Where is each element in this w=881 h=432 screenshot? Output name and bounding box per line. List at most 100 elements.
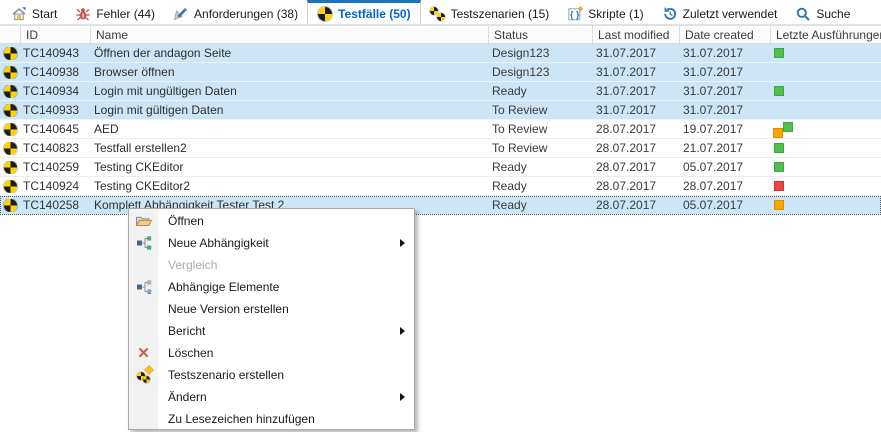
requirements-icon [173,6,189,22]
row-date-created: 05.07.2017 [679,198,770,212]
column-header-id[interactable]: ID [20,26,90,43]
row-date-created: 05.07.2017 [679,160,770,174]
column-header-letzte-ausfuehrungen[interactable]: Letzte Ausführungen [770,26,881,43]
row-status: Ready [488,84,592,98]
column-header-last-modified[interactable]: Last modified [592,26,679,43]
row-date-created: 28.07.2017 [679,179,770,193]
tab-label: Fehler (44) [96,7,155,21]
execution-status-square-green [774,86,784,96]
row-status: To Review [488,103,592,117]
menu-item-neue-version-erstellen[interactable]: Neue Version erstellen [129,298,414,320]
row-name: Login mit ungültigen Daten [90,84,488,98]
row-last-modified: 28.07.2017 [592,198,679,212]
table-row[interactable]: TC140259Testing CKEditorReady28.07.20170… [0,158,881,177]
menu-item-zu-lesezeichen-hinzufügen[interactable]: Zu Lesezeichen hinzufügen [129,408,414,430]
bug-icon [75,6,91,22]
tab-bar: Start Fehler (44) Anforderungen (38)Testfä… [0,0,881,25]
column-header-label: Name [96,28,128,42]
testcase-icon [0,85,20,98]
tab-testszenarien-15[interactable]: Testszenarien (15) [421,0,559,24]
row-status: Ready [488,198,592,212]
row-id: TC140943 [20,46,90,60]
column-header-label: Status [494,28,528,42]
row-name: Login mit gültigen Daten [90,103,488,117]
testscenario-icon [430,6,446,22]
row-name: Öffnen der andagon Seite [90,46,488,60]
table-row[interactable]: TC140823Testfall erstellen2To Review28.0… [0,139,881,158]
row-last-modified: 28.07.2017 [592,179,679,193]
row-name: Testing CKEditor2 [90,179,488,193]
last-executions-cell [770,44,881,62]
table-row[interactable]: TC140933Login mit gültigen DatenTo Revie… [0,101,881,120]
script-icon: { } [567,6,583,22]
column-header-label: Last modified [598,28,669,42]
row-date-created: 21.07.2017 [679,141,770,155]
menu-item-abhängige-elemente[interactable]: 2Abhängige Elemente [129,276,414,298]
execution-status-square-green [783,122,793,132]
column-header-label: Letzte Ausführungen [776,28,881,42]
tab-start[interactable]: Start [2,0,66,24]
home-icon [11,6,27,22]
last-executions-cell [770,139,881,157]
table-row[interactable]: TC140934Login mit ungültigen DatenReady3… [0,82,881,101]
table-row[interactable]: TC140645AEDTo Review28.07.201719.07.2017 [0,120,881,139]
execution-status-square-green [774,48,784,58]
last-executions-cell [770,120,881,138]
tab-label: Suche [816,7,850,21]
menu-item-öffnen[interactable]: Öffnen [129,210,414,232]
execution-status-square-orange [773,128,783,138]
svg-text:{ }: { } [570,9,580,19]
tab-fehler-44[interactable]: Fehler (44) [66,0,164,24]
last-executions-cell [770,101,881,119]
submenu-arrow-icon [400,327,405,335]
last-executions-cell [770,196,881,214]
row-date-created: 31.07.2017 [679,84,770,98]
menu-item-bericht[interactable]: Bericht [129,320,414,342]
testcase-table: ID Name Status Last modified Date create… [0,25,881,215]
tab-testfälle-50[interactable]: Testfälle (50) [307,0,420,24]
menu-item-label: Ändern [158,390,207,404]
history-icon [662,6,678,22]
row-status: Ready [488,179,592,193]
last-executions-cell [770,82,881,100]
column-header-date-created[interactable]: Date created [679,26,770,43]
row-name: Testing CKEditor [90,160,488,174]
tab-zuletzt-verwendet[interactable]: Zuletzt verwendet [653,0,787,24]
row-name: Testfall erstellen2 [90,141,488,155]
tab-skripte-1[interactable]: { }Skripte (1) [558,0,652,24]
row-id: TC140924 [20,179,90,193]
menu-item-löschen[interactable]: ✕Löschen [129,342,414,364]
column-header-status[interactable]: Status [488,26,592,43]
create-scenario-icon [129,367,158,383]
row-last-modified: 28.07.2017 [592,122,679,136]
row-date-created: 19.07.2017 [679,122,770,136]
tab-suche[interactable]: Suche [786,0,859,24]
last-executions-cell [770,158,881,176]
row-status: Design123 [488,65,592,79]
row-id: TC140934 [20,84,90,98]
row-id: TC140933 [20,103,90,117]
tab-label: Zuletzt verwendet [683,7,778,21]
testcase-icon [0,199,20,212]
row-last-modified: 31.07.2017 [592,84,679,98]
column-header-label: Date created [685,28,754,42]
context-menu: ÖffnenNeue AbhängigkeitVergleich2Abhängi… [128,208,415,430]
row-last-modified: 31.07.2017 [592,65,679,79]
search-icon [795,6,811,22]
menu-item-label: Neue Version erstellen [158,302,289,316]
testcase-icon [0,161,20,174]
test-management-window: Start Fehler (44) Anforderungen (38)Testfä… [0,0,881,432]
sparkle-icon [144,366,152,374]
column-header-name[interactable]: Name [90,26,488,43]
menu-item-testszenario-erstellen[interactable]: Testszenario erstellen [129,364,414,386]
dependency-icon [129,235,158,251]
tab-anforderungen-38[interactable]: Anforderungen (38) [164,0,307,24]
menu-item-ändern[interactable]: Ändern [129,386,414,408]
table-row[interactable]: TC140943Öffnen der andagon SeiteDesign12… [0,44,881,63]
menu-item-neue-abhängigkeit[interactable]: Neue Abhängigkeit [129,232,414,254]
row-last-modified: 28.07.2017 [592,160,679,174]
table-row[interactable]: TC140924Testing CKEditor2Ready28.07.2017… [0,177,881,196]
row-status: Ready [488,160,592,174]
table-row[interactable]: TC140938Browser öffnenDesign12331.07.201… [0,63,881,82]
row-status: Design123 [488,46,592,60]
